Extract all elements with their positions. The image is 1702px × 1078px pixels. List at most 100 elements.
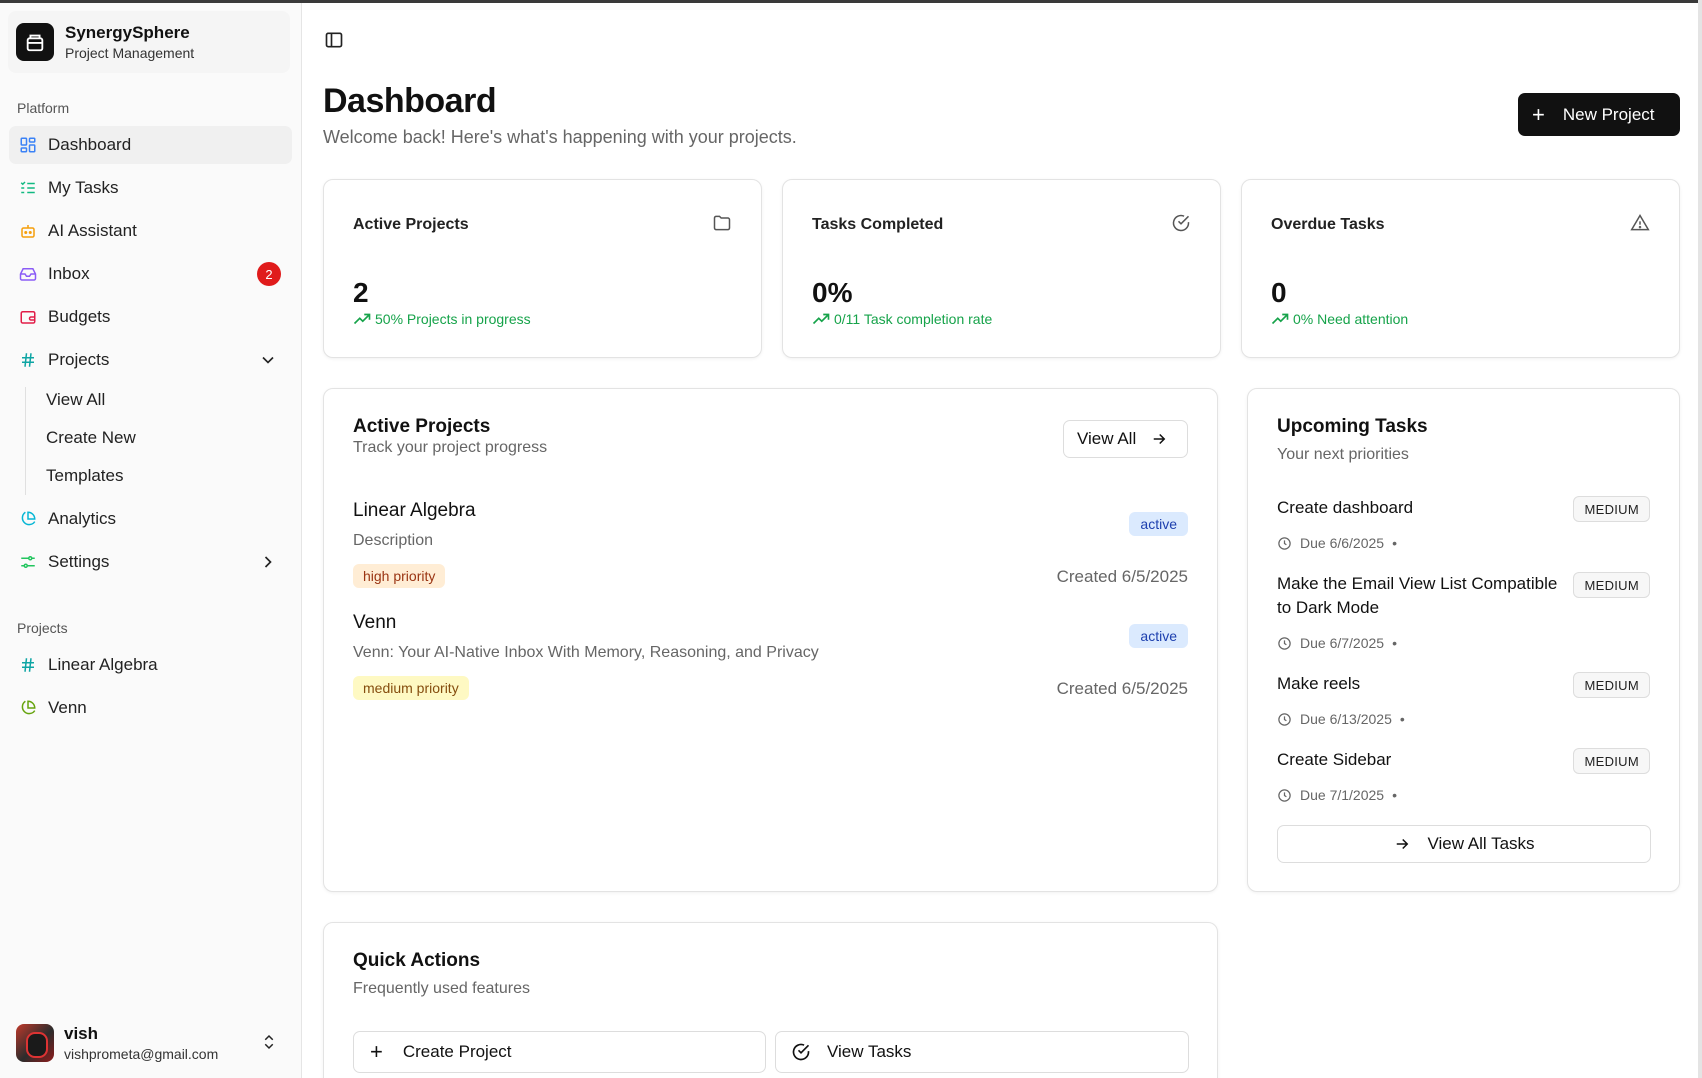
clock-icon [1278,536,1291,550]
new-project-button[interactable]: + New Project [1518,93,1680,136]
new-project-label: New Project [1562,104,1655,124]
task-title[interactable]: Make reels [1277,672,1567,696]
project-description: Description [353,532,434,549]
brand-switcher[interactable]: SynergySphere Project Management [8,11,290,73]
card-title: Quick Actions [353,950,481,971]
clock-icon [1278,636,1291,650]
brand-logo-icon [16,23,54,61]
stat-title: Tasks Completed [812,216,944,233]
sidebar-item-inbox[interactable]: Inbox 2 [9,255,292,293]
check-circle-icon [792,1043,810,1061]
sidebar-item-ai-assistant[interactable]: AI Assistant [9,212,292,250]
sidebar-project-venn[interactable]: Venn [9,689,292,727]
clock-icon [1278,712,1291,726]
priority-badge: MEDIUM [1573,496,1650,522]
dashboard-icon [18,135,38,155]
create-project-button[interactable]: + Create Project [353,1031,766,1073]
stat-trend: 0/11 Task completion rate [812,311,992,327]
sidebar: SynergySphere Project Management Platfor… [0,3,302,1078]
sidebar-item-label: AI Assistant [48,221,137,240]
user-name: vish [64,1024,99,1043]
card-subtitle: Track your project progress [353,439,548,456]
sidebar-item-label: Linear Algebra [48,655,158,674]
sidebar-subitem-templates[interactable]: Templates [37,459,277,493]
active-projects-card: Active Projects Track your project progr… [323,388,1218,892]
avatar [16,1024,54,1062]
sidebar-subitem-view-all[interactable]: View All [37,383,277,417]
view-all-projects-button[interactable]: View All [1063,420,1188,458]
stat-trend: 0% Need attention [1271,311,1408,327]
card-subtitle: Your next priorities [1277,446,1409,463]
subnav-divider [25,387,26,495]
trending-up-icon [1271,313,1289,325]
view-tasks-label: View Tasks [827,1042,912,1061]
brand-subtitle: Project Management [65,45,195,61]
projects-group-label: Projects [17,620,68,636]
clock-icon [1278,788,1291,802]
sidebar-project-linear-algebra[interactable]: Linear Algebra [9,646,292,684]
sidebar-item-my-tasks[interactable]: My Tasks [9,169,292,207]
user-menu[interactable]: vish vishprometa@gmail.com [9,1013,292,1073]
task-due: Due 6/6/2025 • [1277,535,1397,551]
pie-chart-icon [18,509,38,529]
stat-title: Overdue Tasks [1271,216,1385,233]
sidebar-item-label: Inbox [48,264,90,283]
arrow-right-icon [1397,838,1409,850]
card-subtitle: Frequently used features [353,980,530,997]
priority-badge: MEDIUM [1573,572,1650,598]
chevron-down-icon[interactable] [258,350,278,370]
project-description: Venn: Your AI-Native Inbox With Memory, … [353,644,819,661]
hash-icon [18,655,38,675]
plus-icon: + [370,1039,383,1064]
stat-trend-text: 50% Projects in progress [375,311,531,327]
status-badge: active [1129,624,1188,648]
view-all-tasks-label: View All Tasks [1427,834,1535,853]
stat-value: 0% [812,277,853,308]
hash-icon [18,350,38,370]
sidebar-item-settings[interactable]: Settings [9,543,292,581]
page-title: Dashboard [323,82,497,120]
wallet-icon [18,307,38,327]
arrow-right-icon [1153,433,1166,445]
task-title[interactable]: Create dashboard [1277,496,1567,520]
chevrons-up-down-icon [260,1033,278,1056]
create-project-label: Create Project [402,1042,512,1061]
sidebar-item-label: Analytics [48,509,117,528]
priority-badge: high priority [353,564,446,588]
sidebar-item-analytics[interactable]: Analytics [9,500,292,538]
stat-card-active-projects: Active Projects 2 50% Projects in progre… [323,179,762,358]
task-due-date: Due 6/6/2025 [1300,535,1385,551]
sidebar-item-projects[interactable]: Projects [9,341,292,379]
plus-icon: + [1532,101,1545,127]
project-name[interactable]: Linear Algebra [353,500,476,522]
inbox-icon [18,264,38,284]
folder-icon [712,213,734,235]
stat-card-tasks-completed: Tasks Completed 0% 0/11 Task completion … [782,179,1221,358]
sidebar-toggle-icon[interactable] [324,30,346,52]
task-due: Due 6/13/2025 • [1277,711,1405,727]
tasks-list-icon [18,178,38,198]
view-tasks-button[interactable]: View Tasks [775,1031,1189,1073]
page-subtitle: Welcome back! Here's what's happening wi… [323,127,797,147]
card-title: Upcoming Tasks [1277,416,1428,437]
sidebar-subitem-create-new[interactable]: Create New [37,421,277,455]
brand-name: SynergySphere [65,23,190,42]
sidebar-item-label: Venn [48,698,87,717]
project-created-date: Created 6/5/2025 [1056,567,1188,586]
task-title[interactable]: Create Sidebar [1277,748,1567,772]
alert-triangle-icon [1630,213,1652,235]
task-title[interactable]: Make the Email View List Compatible to D… [1277,572,1567,620]
bot-icon [18,221,38,241]
task-due-date: Due 6/13/2025 [1300,711,1392,727]
stat-card-overdue-tasks: Overdue Tasks 0 0% Need attention [1241,179,1680,358]
task-due-date: Due 6/7/2025 [1300,635,1385,651]
sidebar-item-dashboard[interactable]: Dashboard [9,126,292,164]
sidebar-item-label: Projects [48,350,110,369]
view-all-label: View All [1077,429,1137,448]
priority-badge: medium priority [353,676,469,700]
chevron-right-icon[interactable] [258,552,278,572]
sidebar-item-budgets[interactable]: Budgets [9,298,292,336]
project-name[interactable]: Venn [353,612,396,634]
view-all-tasks-button[interactable]: View All Tasks [1277,825,1651,863]
sidebar-item-label: My Tasks [48,178,119,197]
